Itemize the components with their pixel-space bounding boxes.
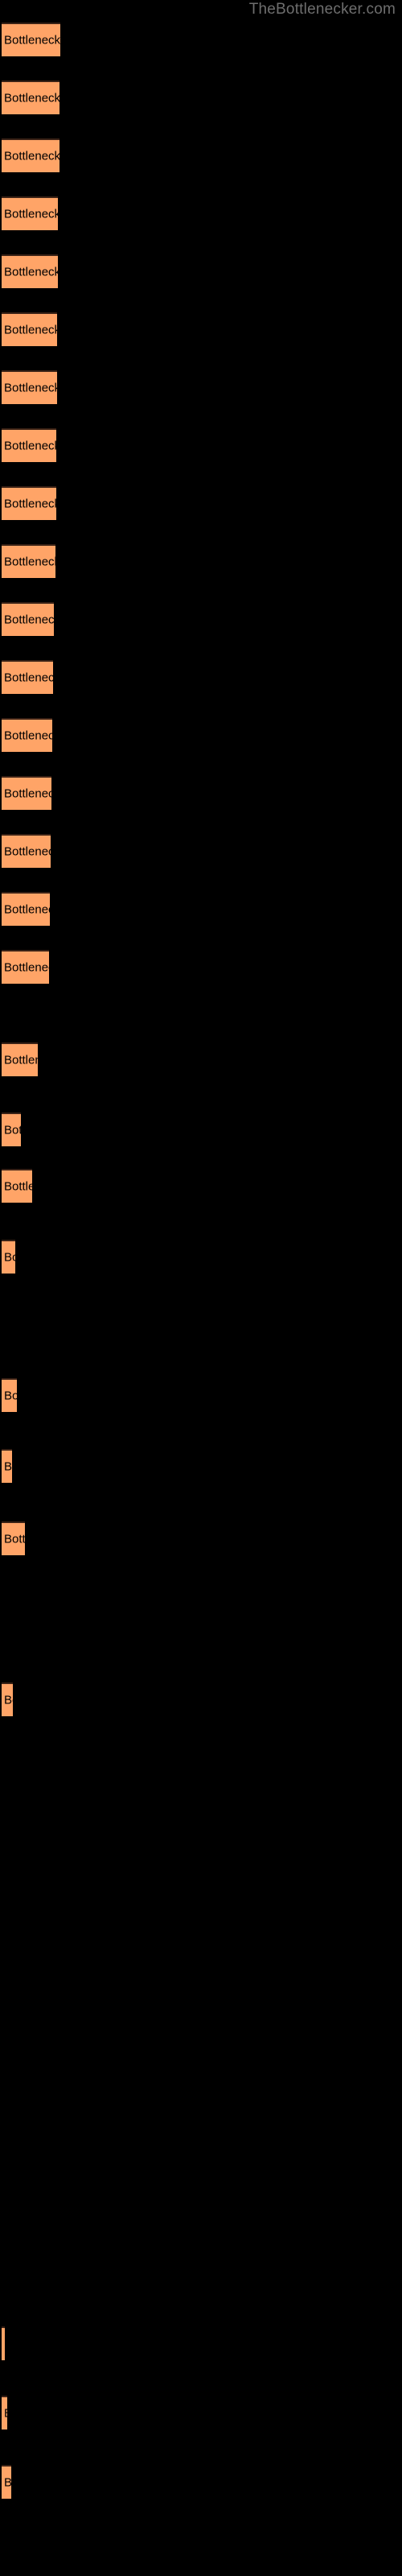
bottleneck-result-bar[interactable]: Bottleneck result <box>2 1449 12 1483</box>
bar-label: Bottleneck result <box>4 1053 38 1067</box>
bar-label: Bottleneck result <box>4 1389 17 1403</box>
bottleneck-result-bar[interactable]: Bottleneck result <box>2 370 57 404</box>
bottleneck-result-bar[interactable]: Bottleneck result <box>2 1682 13 1716</box>
bar-label: Bottleneck result <box>4 1459 12 1474</box>
bar-row: Bottleneck result <box>0 602 402 638</box>
bar-row: Bottleneck result <box>0 370 402 406</box>
bar-row: Bottleneck result <box>0 1521 402 1557</box>
bar-row: Bottleneck result <box>0 196 402 232</box>
bottleneck-bar-chart: Bottleneck result Bottleneck result Bottle… <box>0 0 402 2576</box>
bar-row: Bottleneck result <box>0 428 402 464</box>
bar-row: Bottleneck result <box>0 1113 402 1148</box>
bar-label: Bottleneck result <box>4 960 49 975</box>
bar-label: Bottleneck result <box>4 2476 11 2490</box>
bar-label: Bottleneck result <box>4 1250 15 1265</box>
bar-row: Bottleneck result <box>0 254 402 290</box>
bar-row: Bottleneck result <box>0 776 402 811</box>
bottleneck-result-bar[interactable]: Bottleneck result <box>2 1042 38 1076</box>
bar-label: Bottleneck result <box>4 613 54 627</box>
bar-label: Bottleneck result <box>4 381 57 395</box>
bar-row: Bottleneck result <box>0 23 402 58</box>
bottleneck-result-bar[interactable]: Bottleneck result <box>2 2396 7 2429</box>
bar-row: Bottleneck result <box>0 544 402 580</box>
bottleneck-result-bar[interactable]: Bottleneck result <box>2 1378 17 1412</box>
bottleneck-result-bar[interactable]: Bottleneck result <box>2 1169 32 1203</box>
bar-row: Bottleneck result <box>0 660 402 696</box>
bottleneck-result-bar[interactable]: Bottleneck result <box>2 80 59 114</box>
bottleneck-result-bar[interactable]: Bottleneck result <box>2 2465 11 2499</box>
bar-row: Bottleneck result <box>0 892 402 927</box>
bottleneck-result-bar[interactable]: Bottleneck result <box>2 23 60 56</box>
bar-row: Bottleneck result <box>0 80 402 116</box>
bottleneck-result-bar[interactable]: Bottleneck result <box>2 718 52 752</box>
bar-row: Bottleneck result <box>0 312 402 348</box>
bar-label: Bottleneck result <box>4 786 51 801</box>
bottleneck-result-bar[interactable]: Bottleneck result <box>2 1521 25 1555</box>
bar-row: Bottleneck result <box>0 1449 402 1484</box>
bar-label: Bottleneck result <box>4 265 58 279</box>
bottleneck-result-bar[interactable]: Bottleneck result <box>2 950 49 984</box>
bar-label: Bottleneck result <box>4 902 50 917</box>
bar-row: Bottleneck result <box>0 2465 402 2500</box>
bottleneck-result-bar[interactable]: Bottleneck result <box>2 834 51 868</box>
bottleneck-result-bar[interactable]: Bottleneck result <box>2 138 59 172</box>
bar-row: Bottleneck result <box>0 1378 402 1414</box>
bottleneck-result-bar[interactable]: Bottleneck result <box>2 2326 5 2360</box>
bottleneck-result-bar[interactable]: Bottleneck result <box>2 254 58 288</box>
bar-row: Bottleneck result <box>0 950 402 985</box>
bar-label: Bottleneck result <box>4 729 52 743</box>
bottleneck-result-bar[interactable]: Bottleneck result <box>2 1113 21 1146</box>
bar-label: Bottleneck result <box>4 844 51 859</box>
bar-label: Bottleneck result <box>4 497 56 511</box>
bottleneck-result-bar[interactable]: Bottleneck result <box>2 776 51 810</box>
bar-row: Bottleneck result <box>0 1682 402 1718</box>
bar-row: Bottleneck result <box>0 2396 402 2431</box>
bar-row: Bottleneck result <box>0 718 402 753</box>
bottleneck-result-bar[interactable]: Bottleneck result <box>2 602 54 636</box>
bar-row: Bottleneck result <box>0 834 402 869</box>
bar-label: Bottleneck result <box>4 1693 13 1707</box>
bar-row: Bottleneck result <box>0 1042 402 1078</box>
bar-row: Bottleneck result <box>0 486 402 522</box>
bar-label: Bottleneck result <box>4 207 58 221</box>
bottleneck-result-bar[interactable]: Bottleneck result <box>2 428 56 462</box>
bar-label: Bottleneck result <box>4 33 60 47</box>
bar-row: Bottleneck result <box>0 1240 402 1275</box>
bottleneck-result-bar[interactable]: Bottleneck result <box>2 892 50 926</box>
bottleneck-result-bar[interactable]: Bottleneck result <box>2 312 57 346</box>
bar-label: Bottleneck result <box>4 555 55 569</box>
bar-label: Bottleneck result <box>4 2407 7 2421</box>
bar-label: Bottleneck result <box>4 1179 32 1194</box>
bar-row: Bottleneck result <box>0 138 402 174</box>
bar-label: Bottleneck result <box>4 323 57 337</box>
bar-label: Bottleneck result <box>4 439 56 453</box>
bar-row: Bottleneck result <box>0 1169 402 1204</box>
bar-row: Bottleneck result <box>0 2326 402 2362</box>
bottleneck-result-bar[interactable]: Bottleneck result <box>2 196 58 230</box>
bar-label: Bottleneck result <box>4 2338 5 2351</box>
bar-label: Bottleneck result <box>4 1123 21 1137</box>
bar-label: Bottleneck result <box>4 1532 25 1546</box>
bar-label: Bottleneck result <box>4 671 53 685</box>
bottleneck-result-bar[interactable]: Bottleneck result <box>2 660 53 694</box>
bottleneck-result-bar[interactable]: Bottleneck result <box>2 486 56 520</box>
bar-label: Bottleneck result <box>4 91 59 105</box>
bar-label: Bottleneck result <box>4 149 59 163</box>
bottleneck-result-bar[interactable]: Bottleneck result <box>2 544 55 578</box>
bottleneck-result-bar[interactable]: Bottleneck result <box>2 1240 15 1274</box>
